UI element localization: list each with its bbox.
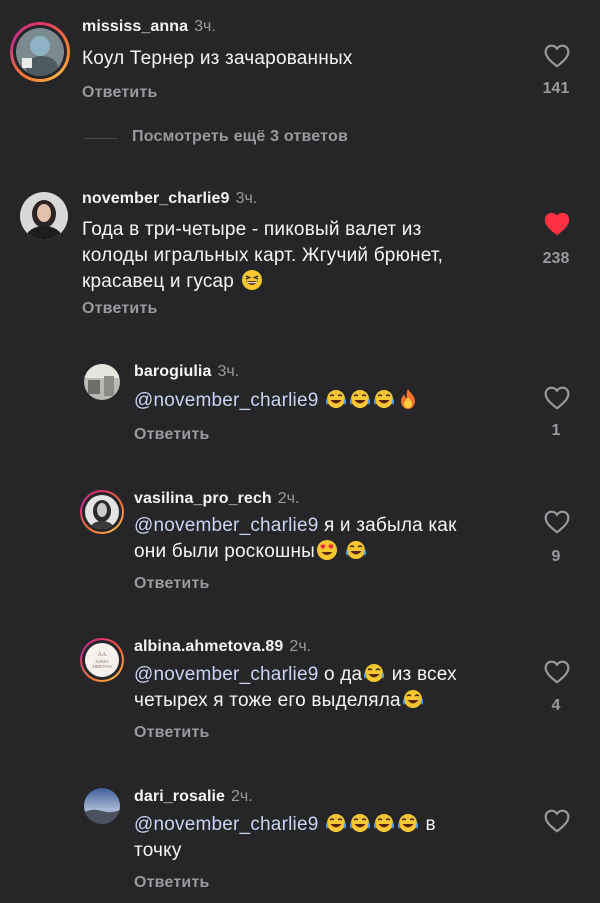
comment-text: @november_charlie9 о да из всех четырех … bbox=[134, 662, 457, 711]
view-more-replies-button[interactable]: Посмотреть ещё 3 ответов bbox=[132, 128, 348, 146]
svg-text:ALBINA: ALBINA bbox=[95, 660, 109, 664]
tears-of-joy-face-icon bbox=[325, 388, 347, 410]
like-heart-icon[interactable] bbox=[544, 660, 570, 684]
comment-text: Коул Тернер из зачарованных bbox=[82, 48, 353, 69]
tears-of-joy-face-icon bbox=[402, 688, 424, 710]
like-heart-icon[interactable] bbox=[544, 386, 570, 410]
like-count: 141 bbox=[542, 80, 570, 97]
like-count: 1 bbox=[551, 422, 561, 439]
like-heart-icon[interactable] bbox=[544, 809, 570, 833]
timestamp: 3ч. bbox=[235, 190, 258, 207]
tears-of-joy-face-icon bbox=[373, 388, 395, 410]
mention-link[interactable]: @november_charlie9 bbox=[134, 664, 318, 685]
tears-of-joy-face-icon bbox=[349, 388, 371, 410]
reply-button[interactable]: Ответить bbox=[82, 84, 158, 102]
like-count: 4 bbox=[551, 697, 561, 714]
avatar[interactable] bbox=[84, 788, 120, 824]
username[interactable]: november_charlie9 bbox=[82, 190, 230, 207]
mention-link[interactable]: @november_charlie9 bbox=[134, 515, 318, 536]
reply-button[interactable]: Ответить bbox=[82, 300, 158, 318]
reply-button[interactable]: Ответить bbox=[134, 575, 210, 593]
tears-of-joy-face-icon bbox=[397, 812, 419, 834]
username[interactable]: mississ_anna bbox=[82, 18, 188, 35]
tears-of-joy-face-icon bbox=[373, 812, 395, 834]
username[interactable]: dari_rosalie bbox=[134, 788, 225, 805]
comment-text: @november_charlie9 в точку bbox=[134, 812, 436, 861]
grinning-squinting-face-icon bbox=[241, 269, 263, 291]
username[interactable]: vasilina_pro_rech bbox=[134, 490, 272, 507]
avatar[interactable] bbox=[20, 192, 68, 240]
reply-button[interactable]: Ответить bbox=[134, 426, 210, 444]
timestamp: 3ч. bbox=[217, 363, 240, 380]
tears-of-joy-face-icon bbox=[345, 539, 367, 561]
timestamp: 2ч. bbox=[231, 788, 253, 805]
fire-icon bbox=[397, 388, 419, 410]
reply-button[interactable]: Ответить bbox=[134, 874, 210, 892]
heart-eyes-face-icon bbox=[316, 539, 338, 561]
svg-text:AHMETOVA: AHMETOVA bbox=[92, 665, 112, 669]
like-count: 9 bbox=[551, 548, 561, 565]
reply-button[interactable]: Ответить bbox=[134, 724, 210, 742]
like-heart-icon[interactable] bbox=[544, 44, 570, 68]
comment-text: Года в три-четыре - пиковый валет из кол… bbox=[82, 219, 444, 292]
username[interactable]: albina.ahmetova.89 bbox=[134, 638, 283, 655]
timestamp: 2ч. bbox=[277, 490, 300, 507]
avatar[interactable] bbox=[84, 364, 120, 400]
tears-of-joy-face-icon bbox=[325, 812, 347, 834]
tears-of-joy-face-icon bbox=[349, 812, 371, 834]
divider-line bbox=[84, 138, 118, 139]
liked-heart-icon[interactable] bbox=[544, 212, 570, 236]
timestamp: 3ч. bbox=[194, 18, 216, 35]
tears-of-joy-face-icon bbox=[363, 662, 385, 684]
like-heart-icon[interactable] bbox=[544, 510, 570, 534]
svg-text:AA: AA bbox=[98, 652, 107, 658]
like-count: 238 bbox=[542, 250, 570, 267]
avatar[interactable]: AA ALBINA AHMETOVA bbox=[85, 643, 119, 677]
username[interactable]: barogiulia bbox=[134, 363, 211, 380]
timestamp: 2ч. bbox=[289, 638, 312, 655]
avatar[interactable] bbox=[16, 28, 64, 76]
comment-text: @november_charlie9 я и забыла как они бы… bbox=[134, 515, 457, 562]
avatar[interactable] bbox=[85, 495, 119, 529]
mention-link[interactable]: @november_charlie9 bbox=[134, 814, 318, 835]
comment-text: @november_charlie9 bbox=[134, 388, 420, 414]
mention-link[interactable]: @november_charlie9 bbox=[134, 390, 318, 411]
